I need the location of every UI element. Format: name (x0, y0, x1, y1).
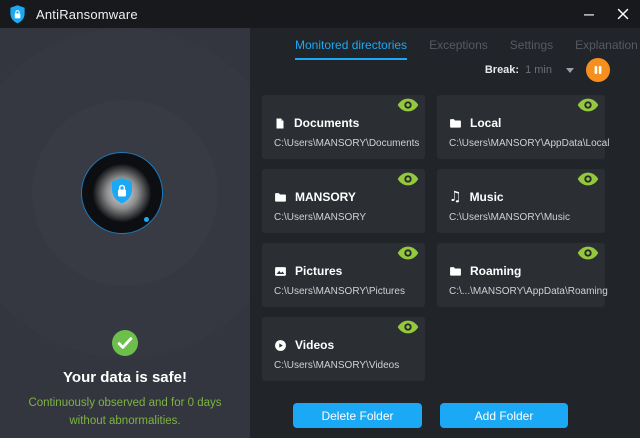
protection-orb (81, 152, 163, 234)
directory-name: Roaming (470, 264, 521, 278)
music-icon: ♫ (449, 190, 462, 204)
directory-path: C:\Users\MANSORY\Music (449, 212, 570, 223)
directory-path: C:\...\MANSORY\AppData\Roaming (449, 286, 608, 297)
tab-explanation[interactable]: Explanation (575, 38, 638, 60)
tab-monitored-directories[interactable]: Monitored directories (295, 38, 407, 60)
add-folder-button[interactable]: Add Folder (440, 403, 568, 428)
eye-icon[interactable] (577, 98, 599, 112)
directory-path: C:\Users\MANSORY\Documents (274, 138, 419, 149)
directory-path: C:\Users\MANSORY (274, 212, 366, 223)
videos-icon (274, 339, 287, 352)
check-circle-icon (112, 343, 138, 360)
shield-lock-icon (110, 178, 134, 209)
eye-icon[interactable] (397, 98, 419, 112)
eye-icon[interactable] (577, 246, 599, 260)
status-headline: Your data is safe! (0, 369, 250, 386)
directory-card-music[interactable]: ♫ Music C:\Users\MANSORY\Music (437, 169, 605, 233)
folder-icon (449, 117, 462, 130)
directory-path: C:\Users\MANSORY\AppData\Local (449, 138, 609, 149)
app-window: AntiRansomware (0, 0, 640, 438)
tab-bar: Monitored directories Exceptions Settings E… (295, 38, 638, 60)
directory-name: MANSORY (295, 190, 356, 204)
status-panel: Your data is safe! Continuously observed… (0, 28, 250, 438)
directory-name: Videos (295, 338, 334, 352)
directory-name: Music (470, 190, 504, 204)
folder-icon (274, 191, 287, 204)
minimize-button[interactable] (572, 0, 606, 28)
directory-card-roaming[interactable]: Roaming C:\...\MANSORY\AppData\Roaming (437, 243, 605, 307)
break-label: Break: (485, 64, 519, 76)
status-subtext: Continuously observed and for 0 days wit… (16, 395, 234, 431)
document-icon (274, 117, 286, 130)
eye-icon[interactable] (577, 172, 599, 186)
action-bar: Delete Folder Add Folder (262, 403, 605, 428)
directory-path: C:\Users\MANSORY\Videos (274, 360, 399, 371)
tab-settings[interactable]: Settings (510, 38, 553, 60)
directory-card-videos[interactable]: Videos C:\Users\MANSORY\Videos (262, 317, 425, 381)
eye-icon[interactable] (397, 246, 419, 260)
directory-card-documents[interactable]: Documents C:\Users\MANSORY\Documents (262, 95, 425, 159)
directory-card-local[interactable]: Local C:\Users\MANSORY\AppData\Local (437, 95, 605, 159)
close-button[interactable] (606, 0, 640, 28)
pause-button[interactable] (586, 58, 610, 82)
chevron-down-icon[interactable] (566, 68, 574, 73)
eye-icon[interactable] (397, 172, 419, 186)
orb-glow (93, 164, 151, 222)
directory-card-pictures[interactable]: Pictures C:\Users\MANSORY\Pictures (262, 243, 425, 307)
folder-icon (449, 265, 462, 278)
directory-name: Documents (294, 116, 359, 130)
directory-name: Pictures (295, 264, 342, 278)
directory-path: C:\Users\MANSORY\Pictures (274, 286, 405, 297)
delete-folder-button[interactable]: Delete Folder (293, 403, 422, 428)
app-title: AntiRansomware (36, 7, 138, 22)
break-duration-select[interactable]: 1 min (525, 64, 552, 76)
tab-exceptions[interactable]: Exceptions (429, 38, 488, 60)
directory-name: Local (470, 116, 501, 130)
shield-lock-icon (9, 5, 26, 24)
pictures-icon (274, 265, 287, 278)
directory-card-mansory[interactable]: MANSORY C:\Users\MANSORY (262, 169, 425, 233)
titlebar: AntiRansomware (0, 0, 640, 28)
break-control: Break: 1 min (485, 58, 610, 82)
eye-icon[interactable] (397, 320, 419, 334)
directory-grid: Documents C:\Users\MANSORY\Documents Loc… (262, 95, 605, 381)
orbit-dot (144, 217, 149, 222)
main-panel: Monitored directories Exceptions Settings E… (250, 28, 640, 438)
